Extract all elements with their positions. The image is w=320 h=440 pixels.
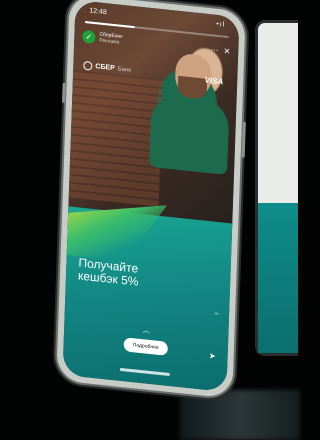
header-icons: ⋯ ✕ [210, 45, 230, 56]
brand-name: СБЕР [95, 63, 115, 73]
volume-button [61, 82, 66, 103]
phone: 12:48 •ıl ✓ СберБанк Реклама ⋯ ✕ СБЕР Ба… [56, 0, 246, 399]
brand-partner: Банк [117, 65, 132, 74]
reflection [180, 390, 300, 440]
status-time: 12:48 [89, 7, 107, 17]
chevron-up-icon[interactable]: ︿ [143, 325, 150, 336]
background-phone [255, 20, 298, 356]
send-icon[interactable]: ➤ [209, 351, 216, 361]
scene: 12:48 •ıl ✓ СберБанк Реклама ⋯ ✕ СБЕР Ба… [0, 0, 300, 440]
sber-ring-icon [83, 60, 93, 71]
story-screen: 12:48 •ıl ✓ СберБанк Реклама ⋯ ✕ СБЕР Ба… [62, 0, 240, 393]
signal-icon: •ıl [216, 20, 226, 29]
sber-logo-icon[interactable]: ✓ [82, 29, 96, 44]
close-icon[interactable]: ✕ [223, 46, 230, 56]
age-rating: 0+ [214, 310, 220, 317]
account-sub: Реклама [99, 37, 120, 46]
visa-logo: VISA [204, 75, 224, 87]
background-phone-screen [258, 203, 298, 353]
account-info[interactable]: СберБанк Реклама [99, 32, 122, 46]
power-button [241, 121, 246, 158]
person-sweater [148, 91, 231, 175]
more-dots-icon[interactable]: ⋯ [210, 45, 218, 55]
